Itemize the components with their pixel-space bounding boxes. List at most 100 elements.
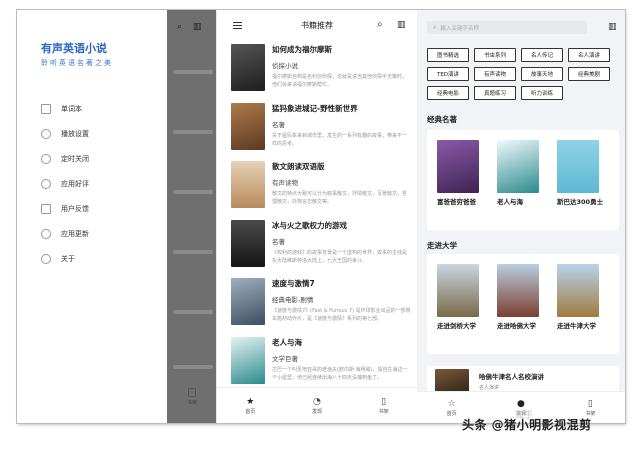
feedback-icon (41, 203, 51, 214)
info-icon (41, 253, 51, 264)
drawer-panel: ⌕ ▥ 书架 有声英语小说 聆听英语名著之美 单词本 播放设置 定时关闭 应用好… (17, 10, 216, 423)
book-category: 名著 (272, 120, 285, 129)
search-icon[interactable]: ⌕ (377, 19, 383, 30)
book-title: 富爸爸穷爸爸 (437, 198, 476, 206)
book-cover (435, 369, 469, 393)
refresh-icon (41, 228, 51, 239)
list-item[interactable]: 猛犸象进城记-野性新世界 名著关于猛犸象来到城市里，发生的一系列有趣的故事，带来不… (231, 102, 411, 162)
book-card[interactable]: 老人与海 (497, 140, 547, 209)
app-title: 有声英语小说 (41, 42, 107, 55)
tag-button[interactable]: 书虫系列 (474, 48, 516, 62)
book-title: 猛犸象进城记-野性新世界 (272, 103, 358, 113)
book-icon (188, 388, 196, 397)
book-card[interactable]: 斯巴达300勇士 (557, 140, 607, 209)
star-icon: ☆ (447, 398, 456, 409)
book-cover (231, 44, 265, 91)
drawer-item-about[interactable]: 关于 (41, 246, 161, 271)
list-item[interactable]: 速度与激情7 经典电影-剧情 《速度与激情7》(Fast & Furious 7) … (231, 278, 411, 337)
tag-button[interactable]: 真题练习 (474, 86, 516, 100)
tab-home[interactable]: ☆ 首页 (432, 399, 472, 417)
tag-button[interactable]: 听力训练 (521, 86, 563, 100)
book-cover (497, 140, 539, 193)
book-card[interactable]: 走进剑桥大学 (437, 264, 487, 333)
drawer-item-vocabulary[interactable]: 单词本 (41, 96, 161, 121)
book-icon: ▯ (381, 396, 387, 407)
book-card[interactable]: 走进哈佛大学 (497, 264, 547, 333)
dim-toolbar-icons: ⌕ ▥ (177, 22, 201, 32)
tag-button[interactable]: 经典电影 (427, 86, 469, 100)
drawer-menu: 单词本 播放设置 定时关闭 应用好评 用户反馈 应用更新 关于 (41, 96, 161, 271)
dim-text-line (173, 130, 213, 134)
book-description: 关于猛犸象来到城市里，发生的一系列有趣的故事，带来不一样的思考。 (272, 132, 408, 147)
book-title: 老人与海 (272, 337, 302, 347)
dim-tab-bookshelf[interactable]: 书架 (177, 388, 207, 406)
dim-text-line (173, 70, 213, 74)
clock-icon (41, 153, 51, 164)
bars-icon[interactable]: ▥ (608, 22, 617, 32)
list-item[interactable]: 散文朗读双语版 有声读物 散文的特点大致可以分为叙事散文，抒情散文，写景散文，哲理散… (231, 161, 411, 220)
book-cover (231, 219, 265, 267)
book-cover (497, 264, 539, 317)
search-icon: ⌕ (433, 23, 437, 31)
tab-discover[interactable]: ◔ 发现 (297, 397, 337, 415)
book-cover (231, 278, 265, 325)
book-category: 名人演讲 (479, 385, 500, 391)
book-cover (557, 264, 599, 317)
book-icon (41, 103, 51, 114)
drawer-item-playback-settings[interactable]: 播放设置 (41, 121, 161, 146)
watermark: 头条 @猪小明影视混剪 (462, 418, 592, 432)
book-list: 如何成为福尔摩斯 侦探小说 福尔摩斯自称是名利创侦探，也就是说当其他侦探手无策时，他… (231, 44, 411, 395)
bottom-tab-bar: ★ 首页 ◔ 发现 ▯ 书架 (217, 387, 417, 423)
book-category: 名著 (272, 237, 285, 246)
book-card[interactable]: 富爸爸穷爸爸 (437, 140, 487, 209)
tag-button[interactable]: 经典美剧 (568, 67, 610, 81)
book-card[interactable]: 走进牛津大学 (557, 264, 607, 333)
page-title: 书籍推荐 (301, 20, 333, 30)
book-title: 散文朗读双语版 (272, 162, 325, 171)
book-category: 有声读物 (272, 179, 298, 187)
book-description: 古巴一个叫圣地亚哥的老渔夫(欧内斯·海明威)，独自在海边一个小屋里，他已经连续出… (272, 366, 408, 381)
book-title: 速度与激情7 (272, 279, 315, 288)
drawer-item-feedback[interactable]: 用户反馈 (41, 196, 161, 221)
drawer-item-update[interactable]: 应用更新 (41, 221, 161, 246)
dim-text-line (173, 250, 213, 254)
tab-bookshelf[interactable]: ▯ 书架 (364, 397, 404, 415)
book-title: 老人与海 (497, 198, 523, 206)
drawer-item-rate[interactable]: 应用好评 (41, 171, 161, 196)
drawer-item-timer[interactable]: 定时关闭 (41, 146, 161, 171)
dim-text-line (173, 365, 213, 369)
book-title: 走进剑桥大学 (437, 322, 476, 330)
book-title: 冰与火之歌权力的游戏 (272, 220, 347, 230)
tag-button[interactable]: TED演讲 (427, 67, 469, 81)
book-title: 走进哈佛大学 (497, 322, 536, 330)
tag-button[interactable]: 名人传记 (521, 48, 563, 62)
compass-icon: ◔ (313, 396, 321, 407)
book-title: 如何成为福尔摩斯 (272, 45, 332, 54)
section-card-classics: 富爸爸穷爸爸 老人与海 斯巴达300勇士 (427, 130, 619, 230)
thumb-icon (41, 178, 51, 189)
menu-icon[interactable] (233, 22, 242, 29)
tag-button[interactable]: 有声读物 (474, 67, 516, 81)
list-item[interactable]: 如何成为福尔摩斯 侦探小说 福尔摩斯自称是名利创侦探，也就是说当其他侦探手无策时，他… (231, 44, 411, 103)
bars-icon[interactable]: ▥ (397, 20, 406, 30)
tag-button[interactable]: 图书精选 (427, 48, 469, 62)
tab-bookshelf[interactable]: ▯ 书架 (570, 399, 610, 417)
book-cover (231, 161, 265, 208)
section-card-universities: 走进剑桥大学 走进哈佛大学 走进牛津大学 (427, 254, 619, 354)
book-title: 走进牛津大学 (557, 322, 596, 330)
tab-home[interactable]: ★ 首页 (230, 397, 270, 415)
tag-button[interactable]: 故事天地 (521, 67, 563, 81)
tag-button[interactable]: 名人演讲 (568, 48, 610, 62)
list-item[interactable]: 冰与火之歌权力的游戏 名著 《权利的游戏》的故事背景是一个虚构的世界，故事的主线是东… (231, 219, 411, 279)
discover-panel: ⌕ 输入关键字名称 ▥ 图书精选 书虫系列 名人传记 名人演讲 TED演讲 有声读… (417, 10, 625, 423)
bars-icon: ▥ (192, 22, 202, 32)
search-input[interactable]: ⌕ 输入关键字名称 (427, 21, 587, 34)
book-icon: ▯ (587, 398, 593, 409)
screenshot-frame: ⌕ ▥ 书架 有声英语小说 聆听英语名著之美 单词本 播放设置 定时关闭 应用好… (17, 10, 625, 423)
dim-text-line (173, 310, 213, 314)
navigation-drawer: 有声英语小说 聆听英语名著之美 单词本 播放设置 定时关闭 应用好评 用户反馈 … (17, 10, 167, 423)
dim-text-line (173, 190, 213, 194)
app-subtitle: 聆听英语名著之美 (41, 59, 113, 67)
section-title-universities: 走进大学 (427, 241, 457, 250)
book-title: 斯巴达300勇士 (557, 198, 604, 206)
